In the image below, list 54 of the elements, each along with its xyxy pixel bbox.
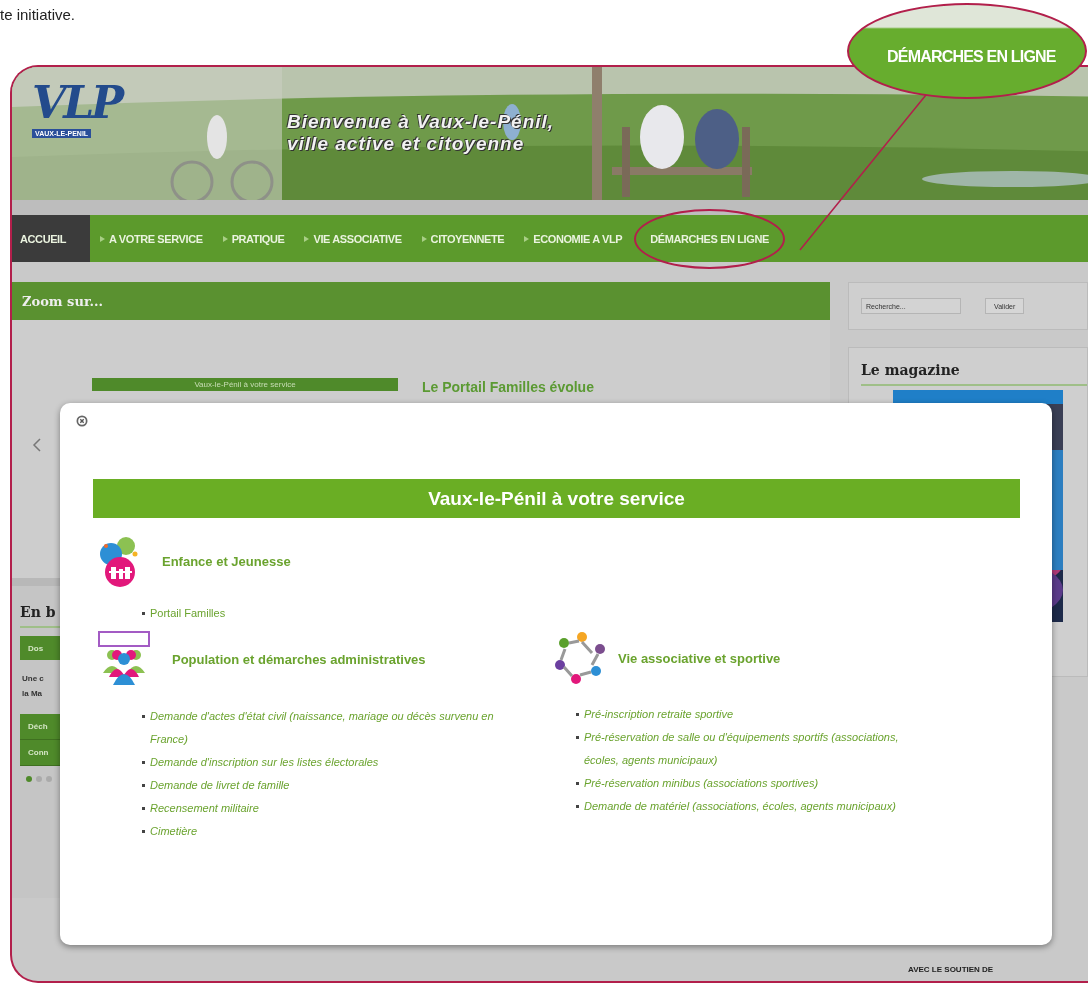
carousel-dot[interactable] — [46, 776, 52, 782]
nav-item[interactable]: PRATIQUE — [212, 215, 295, 262]
slide-caption: Vaux-le-Pénil à votre service — [92, 378, 398, 391]
nav-item[interactable]: A VOTRE SERVICE — [90, 215, 213, 262]
bullet-icon — [142, 807, 145, 810]
nav-item[interactable]: VIE ASSOCIATIVE — [294, 215, 412, 262]
service-link[interactable]: Cimetière — [150, 820, 198, 843]
bullet-icon — [576, 782, 579, 785]
section-heading: Enfance et Jeunesse — [162, 553, 291, 569]
service-link[interactable]: Pré-réservation de salle ou d'équipements sportifs (associations, écoles, agents municipaux) — [584, 726, 936, 772]
bullet-icon — [142, 612, 145, 615]
section-heading: Le magazine — [861, 362, 1087, 386]
service-link[interactable]: Demande d'actes d'état civil (naissance, mariage ou décès survenu en France) — [150, 705, 532, 751]
bullet-icon — [142, 761, 145, 764]
people-icon — [98, 631, 150, 687]
tagline-text: ville active et citoyenne — [287, 133, 526, 155]
news-text: Une c — [22, 674, 45, 683]
bullet-icon — [576, 736, 579, 739]
bullet-icon — [142, 830, 145, 833]
service-link[interactable]: Pré-réservation minibus (associations sportives) — [584, 772, 819, 795]
children-icon — [98, 534, 140, 588]
service-link[interactable]: Recensement militaire — [150, 797, 259, 820]
document-text: te initiative. — [0, 6, 76, 23]
submenu-arrow-icon — [222, 235, 228, 242]
section-heading: Vie associative et sportive — [618, 650, 781, 666]
submenu-arrow-icon — [100, 235, 105, 242]
section-title-bar: Zoom sur... — [12, 282, 830, 320]
submenu-arrow-icon — [524, 235, 530, 242]
bullet-icon — [142, 715, 145, 718]
service-link[interactable]: Portail Familles — [150, 602, 226, 625]
bullet-icon — [576, 713, 579, 716]
submenu-arrow-icon — [304, 235, 310, 242]
nav-item[interactable]: CITOYENNETE — [411, 215, 515, 262]
submenu-arrow-icon — [421, 235, 427, 242]
close-icon[interactable] — [76, 415, 88, 427]
carousel-dot[interactable] — [36, 776, 42, 782]
bullet-icon — [142, 784, 145, 787]
service-link[interactable]: Demande de livret de famille — [150, 774, 290, 797]
modal-title-bar: Vaux-le-Pénil à votre service — [93, 479, 1020, 518]
sponsor-text: AVEC LE SOUTIEN DE — [908, 965, 994, 974]
service-link[interactable]: Pré-inscription retraite sportive — [584, 703, 734, 726]
nav-item[interactable]: ACCUEIL — [12, 215, 90, 262]
nav-item[interactable]: DÉMARCHES EN LIGNE — [634, 208, 785, 269]
nav-item[interactable]: ECONOMIE A VLP — [514, 215, 633, 262]
carousel-dot[interactable] — [26, 776, 32, 782]
slide-title[interactable]: Le Portail Familles évolue — [422, 379, 594, 395]
news-text: la Ma — [22, 689, 43, 698]
service-link[interactable]: Demande d'inscription sur les listes électorales — [150, 751, 379, 774]
section-heading: Population et démarches administratives — [172, 651, 426, 667]
service-link[interactable]: Demande de matériel (associations, écoles, agents municipaux) — [584, 795, 896, 818]
bullet-icon — [576, 805, 579, 808]
circle-of-people-icon — [552, 631, 608, 685]
callout-label: DÉMARCHES EN LIGNE — [887, 48, 1056, 66]
logo: VLP — [32, 81, 122, 125]
